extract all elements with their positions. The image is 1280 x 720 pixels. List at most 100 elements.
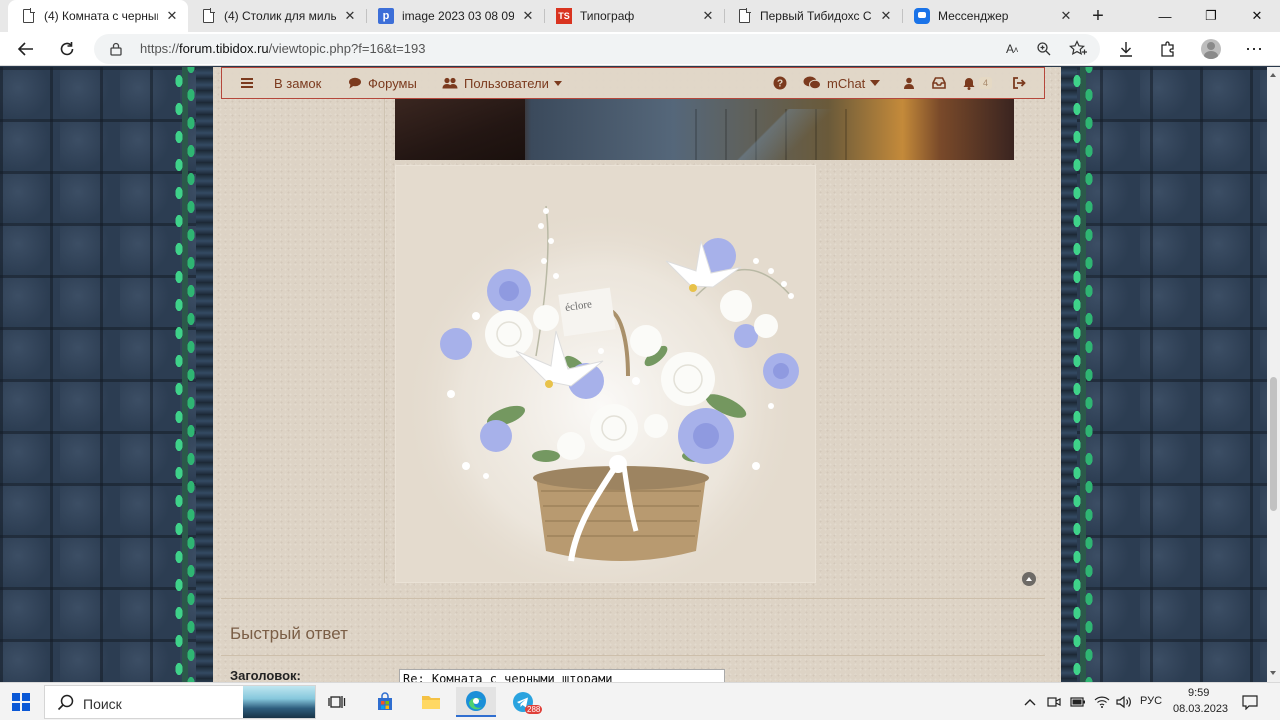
volume-icon[interactable]	[1114, 687, 1134, 717]
close-tab-icon[interactable]: ✕	[700, 8, 716, 24]
back-icon[interactable]	[12, 35, 40, 63]
speech-bubble-icon	[348, 77, 362, 89]
search-placeholder: Поиск	[83, 696, 122, 712]
close-tab-icon[interactable]: ✕	[1058, 8, 1074, 24]
chevron-up-icon[interactable]	[1020, 687, 1040, 717]
nav-mchat-label: mChat	[827, 75, 866, 91]
bell-icon	[963, 77, 975, 90]
zoom-icon[interactable]	[1034, 39, 1054, 59]
scroll-to-top-button[interactable]	[1022, 572, 1036, 586]
help-icon[interactable]: ?	[773, 68, 787, 98]
scroll-up-arrow-icon[interactable]	[1270, 73, 1276, 77]
user-profile-icon[interactable]	[903, 68, 915, 98]
file-explorer-icon[interactable]	[411, 687, 451, 717]
tab-title: Типограф	[580, 9, 635, 23]
more-menu-icon[interactable]: ⋯	[1240, 35, 1268, 63]
notification-badge: 4	[979, 77, 993, 89]
tab-strip: (4) Комната с черными шторами ✕ (4) Стол…	[0, 0, 1280, 32]
tab-image[interactable]: p image 2023 03 08 09 52 ✕	[366, 0, 544, 32]
left-frame-border	[196, 67, 214, 682]
close-tab-icon[interactable]: ✕	[342, 8, 358, 24]
post-divider	[384, 99, 385, 583]
close-tab-icon[interactable]: ✕	[878, 8, 894, 24]
page-scrollbar[interactable]	[1267, 67, 1280, 682]
telegram-badge: 288	[525, 705, 543, 714]
nav-castle-link[interactable]: В замок	[274, 68, 321, 98]
read-aloud-icon[interactable]: Aʌ	[1002, 39, 1022, 59]
windows-taskbar: Поиск 288 РУС 9:59 08.03.2023	[0, 682, 1280, 720]
extensions-icon[interactable]	[1154, 35, 1182, 63]
task-view-icon[interactable]	[317, 687, 357, 717]
nav-mchat-dropdown[interactable]: mChat	[803, 68, 881, 98]
document-icon	[200, 8, 216, 24]
favorites-add-icon[interactable]	[1068, 39, 1088, 59]
new-tab-button[interactable]: +	[1086, 4, 1110, 28]
edge-browser-icon[interactable]	[456, 687, 496, 717]
notification-center-icon[interactable]	[1238, 687, 1262, 717]
tab-title: (4) Комната с черными шторами	[44, 9, 158, 23]
tab-stolik[interactable]: (4) Столик для милых 6 ✕	[188, 0, 366, 32]
windows-start-icon[interactable]	[12, 693, 30, 711]
tab-messenger[interactable]: Мессенджер ✕	[902, 0, 1082, 32]
menu-icon[interactable]	[240, 68, 254, 98]
lock-icon[interactable]	[110, 42, 122, 56]
taskbar-search[interactable]: Поиск	[44, 685, 316, 719]
logout-icon[interactable]	[1012, 68, 1026, 98]
nav-forums-label: Форумы	[368, 75, 417, 91]
subject-label: Заголовок:	[230, 668, 301, 682]
clock-date[interactable]: 08.03.2023	[1173, 703, 1228, 715]
url-scheme: https://	[140, 41, 180, 56]
divider	[221, 655, 1045, 656]
url-host: forum.tibidox.ru	[179, 41, 269, 56]
clock-time[interactable]: 9:59	[1188, 687, 1209, 699]
right-vine-decoration	[1068, 67, 1098, 682]
users-icon	[442, 77, 458, 89]
language-indicator[interactable]: РУС	[1140, 695, 1162, 707]
close-tab-icon[interactable]: ✕	[164, 8, 180, 24]
quick-reply-title: Быстрый ответ	[230, 624, 348, 643]
profile-avatar[interactable]	[1197, 35, 1225, 63]
forum-content: В замок Форумы Пользователи ? mChat 4 éc…	[213, 67, 1061, 682]
url-text[interactable]: https://forum.tibidox.ru/viewtopic.php?f…	[140, 41, 425, 56]
tab-title: Мессенджер	[938, 9, 1009, 23]
browser-toolbar: https://forum.tibidox.ru/viewtopic.php?f…	[0, 32, 1280, 66]
refresh-icon[interactable]	[53, 35, 81, 63]
postimage-icon: p	[378, 8, 394, 24]
document-icon	[20, 8, 36, 24]
tab-title: Первый Тибидохс Сеть	[760, 9, 872, 23]
tab-typograf[interactable]: TS Типограф ✕	[544, 0, 724, 32]
microsoft-store-icon[interactable]	[365, 687, 405, 717]
scroll-down-arrow-icon[interactable]	[1270, 671, 1276, 675]
restore-button[interactable]: ❐	[1188, 0, 1234, 32]
notifications-button[interactable]: 4	[963, 68, 993, 98]
nav-forums-link[interactable]: Форумы	[348, 68, 417, 98]
close-tab-icon[interactable]: ✕	[520, 8, 536, 24]
forum-navbar: В замок Форумы Пользователи ? mChat 4	[221, 67, 1045, 99]
battery-icon[interactable]	[1068, 687, 1088, 717]
minimize-button[interactable]: —	[1142, 0, 1188, 32]
tab-tibidox-set[interactable]: Первый Тибидохс Сеть ✕	[724, 0, 902, 32]
downloads-icon[interactable]	[1112, 35, 1140, 63]
messenger-icon	[914, 8, 930, 24]
chevron-down-icon	[553, 80, 562, 86]
url-path: /viewtopic.php?f=16&t=193	[268, 41, 426, 56]
close-window-button[interactable]: ✕	[1234, 0, 1280, 32]
tab-title: (4) Столик для милых 6	[224, 9, 336, 23]
typograf-icon: TS	[556, 8, 572, 24]
wifi-icon[interactable]	[1092, 687, 1112, 717]
subject-input[interactable]: Re: Комната с черными шторами	[399, 669, 725, 682]
divider	[221, 598, 1045, 599]
address-bar[interactable]: https://forum.tibidox.ru/viewtopic.php?f…	[94, 34, 1100, 64]
meet-now-icon[interactable]	[1044, 687, 1064, 717]
search-highlight-image	[243, 686, 315, 718]
nav-users-label: Пользователи	[464, 75, 549, 91]
flower-basket-image: éclore	[395, 165, 816, 583]
nav-castle-label: В замок	[274, 75, 322, 91]
scrollbar-thumb[interactable]	[1270, 377, 1277, 511]
chat-bubbles-icon	[803, 76, 821, 90]
nav-users-dropdown[interactable]: Пользователи	[442, 68, 562, 98]
telegram-icon[interactable]: 288	[503, 687, 543, 717]
inbox-icon[interactable]	[932, 68, 946, 98]
search-icon	[57, 694, 74, 711]
tab-komnata[interactable]: (4) Комната с черными шторами ✕	[8, 0, 188, 32]
